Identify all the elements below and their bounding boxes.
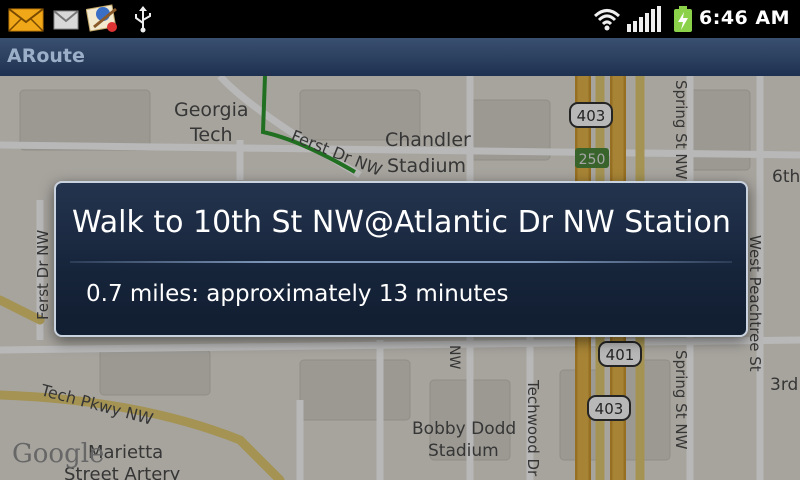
gmail-icon xyxy=(53,10,79,30)
signal-icon xyxy=(627,6,661,32)
clock: 6:46 AM xyxy=(699,7,790,29)
app-title-bar: ARoute xyxy=(0,38,800,77)
status-bar: 6:46 AM xyxy=(0,0,800,38)
battery-charging-icon xyxy=(674,6,692,32)
dialog-divider xyxy=(70,261,732,263)
route-step-dialog[interactable]: Walk to 10th St NW@Atlantic Dr NW Statio… xyxy=(54,181,748,337)
app-title: ARoute xyxy=(7,45,85,67)
wifi-icon xyxy=(593,9,621,31)
email-icon xyxy=(8,8,44,32)
usb-icon xyxy=(135,6,151,33)
app-notification-icon xyxy=(86,4,117,32)
dialog-message: 0.7 miles: approximately 13 minutes xyxy=(86,281,509,307)
dialog-title: Walk to 10th St NW@Atlantic Dr NW Statio… xyxy=(72,205,731,240)
